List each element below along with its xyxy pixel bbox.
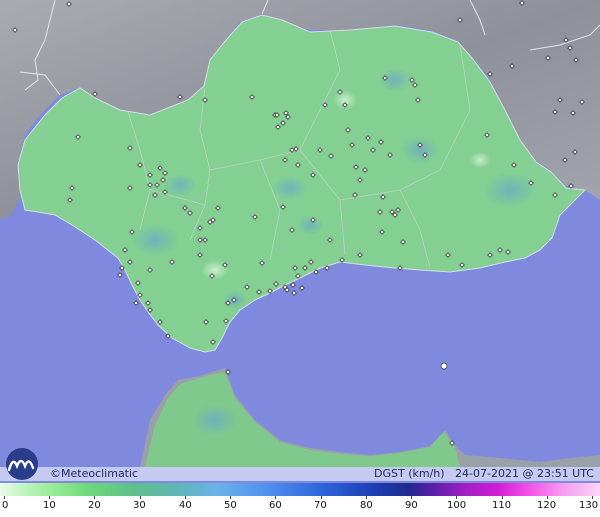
scale-tick-mark [140, 496, 141, 499]
scale-tick-mark [321, 496, 322, 499]
scale-tick-label: 10 [43, 500, 56, 511]
credit-text: ©Meteoclimatic [50, 467, 139, 480]
scale-tick-mark [230, 496, 231, 499]
scale-tick-label: 60 [269, 500, 282, 511]
scale-tick-label: 50 [224, 500, 237, 511]
scale-tick-mark [411, 496, 412, 499]
scale-tick-mark [4, 496, 5, 499]
scale-tick-mark [592, 496, 593, 499]
scale-tick-mark [502, 496, 503, 499]
caption-text: DGST (km/h) 24-07-2021 @ 23:51 UTC [374, 467, 594, 481]
scale-tick-label: 30 [133, 500, 146, 511]
caption-separator: @ [522, 467, 534, 480]
scale-tick-mark [275, 496, 276, 499]
caption-variable: DGST (km/h) [374, 467, 445, 480]
scale-tick-label: 0 [2, 500, 9, 511]
scale-tick-label: 110 [492, 500, 512, 511]
scale-tick-mark [547, 496, 548, 499]
scale-tick-label: 120 [537, 500, 557, 511]
scale-tick-mark [185, 496, 186, 499]
caption-date: 24-07-2021 [455, 467, 519, 480]
color-scale-bar [0, 483, 600, 496]
meteoclimatic-logo-icon [6, 448, 38, 480]
scale-tick-mark [366, 496, 367, 499]
alboran-station [440, 362, 448, 370]
scale-tick-label: 20 [88, 500, 101, 511]
scale-tick-label: 70 [314, 500, 327, 511]
scale-tick-label: 80 [360, 500, 373, 511]
scale-tick-mark [49, 496, 50, 499]
map-canvas [0, 0, 600, 517]
scale-tick-label: 130 [579, 500, 599, 511]
scale-tick-mark [456, 496, 457, 499]
caption-time: 23:51 UTC [536, 467, 594, 480]
weather-map: ©Meteoclimatic DGST (km/h) 24-07-2021 @ … [0, 0, 600, 517]
scale-tick-mark [94, 496, 95, 499]
scale-tick-label: 100 [447, 500, 467, 511]
scale-tick-label: 90 [405, 500, 418, 511]
scale-tick-label: 40 [179, 500, 192, 511]
